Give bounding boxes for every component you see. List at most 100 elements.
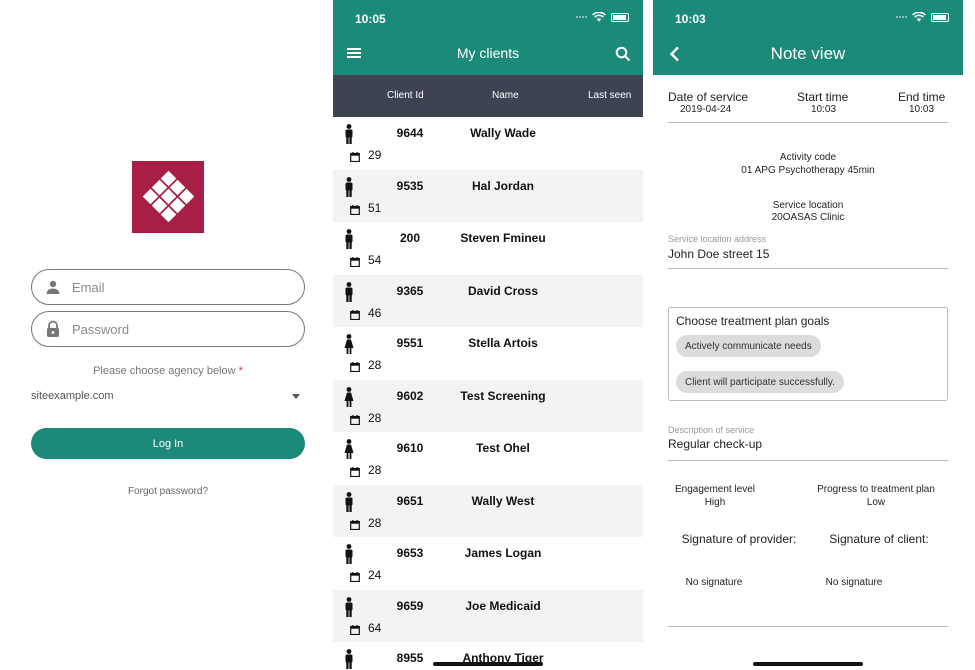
status-icons bbox=[896, 12, 949, 22]
wifi-icon bbox=[592, 12, 606, 22]
client-name: David Cross bbox=[467, 283, 539, 298]
last-seen-days: 64 bbox=[368, 620, 382, 635]
progress-label: Progress to treatment plan bbox=[817, 484, 935, 495]
last-seen-days: 24 bbox=[368, 568, 382, 582]
client-id: 200 bbox=[399, 231, 421, 245]
activity-code-label: Activity code bbox=[779, 152, 837, 163]
client-name: Hal Jordan bbox=[471, 178, 534, 193]
note-app-bar: 10:03 Note view bbox=[653, 0, 963, 75]
status-time: 10:03 bbox=[675, 12, 706, 26]
login-screen: Please choose agency below * siteexample… bbox=[0, 0, 333, 670]
address-value: John Doe street 15 bbox=[668, 247, 770, 261]
client-list: 9644 Wally Wade 29 9535 Hal Jordan 51 200 Steve… bbox=[333, 117, 643, 670]
table-row[interactable]: 9610 Test Ohel 28 bbox=[333, 432, 643, 485]
divider bbox=[668, 122, 948, 123]
progress-value: Low bbox=[866, 497, 886, 508]
required-mark: * bbox=[238, 365, 243, 377]
last-seen-days: 29 bbox=[368, 148, 382, 162]
table-row[interactable]: 9535 Hal Jordan 51 bbox=[333, 169, 643, 222]
note-view-screen: 10:03 Note view Date of service 2019-04-… bbox=[653, 0, 963, 670]
provider-signature[interactable]: No signature bbox=[653, 577, 775, 588]
engagement-label: Engagement level bbox=[674, 484, 756, 495]
start-time-value: 10:03 bbox=[811, 104, 837, 115]
table-row[interactable]: 200 Steven Fmineu 54 bbox=[333, 222, 643, 275]
service-location-label: Service location bbox=[772, 200, 844, 211]
home-indicator bbox=[433, 662, 543, 666]
column-header-client-id[interactable]: Client Id bbox=[387, 90, 424, 101]
client-name: Steven Fmineu bbox=[460, 231, 546, 245]
description-value: Regular check-up bbox=[668, 437, 763, 451]
last-seen-days: 54 bbox=[368, 253, 382, 267]
male-person-icon bbox=[344, 649, 354, 670]
client-name: Stella Artois bbox=[468, 336, 538, 350]
email-input[interactable] bbox=[72, 279, 272, 295]
search-icon[interactable] bbox=[615, 46, 631, 62]
client-id: 9602 bbox=[396, 388, 424, 403]
male-person-icon bbox=[344, 229, 354, 254]
last-seen-days: 51 bbox=[368, 200, 382, 215]
forgot-password-link[interactable]: Forgot password? bbox=[31, 486, 305, 497]
male-person-icon bbox=[344, 124, 354, 149]
table-row[interactable]: 9644 Wally Wade 29 bbox=[333, 117, 643, 170]
activity-code-value: 01 APG Psychotherapy 45min bbox=[741, 165, 875, 176]
table-row[interactable]: 9365 David Cross 46 bbox=[333, 274, 643, 327]
column-header-name[interactable]: Name bbox=[492, 90, 519, 101]
address-label: Service location address bbox=[668, 234, 767, 244]
agency-logo bbox=[132, 161, 204, 233]
agency-select[interactable]: siteexample.com bbox=[31, 388, 305, 404]
table-row[interactable]: 9602 Test Screening 28 bbox=[333, 379, 643, 432]
treatment-goals-title: Choose treatment plan goals bbox=[676, 314, 830, 328]
agency-label-text: Please choose agency below bbox=[93, 365, 236, 377]
password-field[interactable] bbox=[31, 311, 305, 347]
calendar-icon bbox=[350, 622, 360, 640]
goal-chip[interactable]: Client will participate successfully. bbox=[676, 371, 844, 393]
status-time: 10:05 bbox=[355, 12, 386, 26]
table-header: Client Id Name Last seen bbox=[333, 75, 643, 117]
home-indicator bbox=[753, 662, 863, 666]
last-seen-days: 28 bbox=[368, 410, 382, 425]
engagement-value: High bbox=[704, 497, 726, 508]
table-row[interactable]: 9551 Stella Artois 28 bbox=[333, 327, 643, 380]
page-title: Note view bbox=[770, 44, 846, 63]
battery-icon bbox=[931, 12, 949, 22]
user-icon bbox=[44, 278, 62, 296]
calendar-icon bbox=[350, 359, 360, 377]
end-time-label: End time bbox=[898, 90, 946, 104]
calendar-icon bbox=[350, 464, 360, 482]
male-person-icon bbox=[344, 491, 354, 517]
client-name: Joe Medicaid bbox=[465, 598, 541, 613]
signal-icon bbox=[896, 16, 907, 18]
password-input[interactable] bbox=[72, 321, 272, 337]
calendar-icon bbox=[350, 412, 360, 430]
end-time-value: 10:03 bbox=[909, 104, 935, 115]
email-field[interactable] bbox=[31, 269, 305, 305]
calendar-icon bbox=[350, 517, 360, 535]
login-button[interactable]: Log In bbox=[31, 428, 305, 459]
battery-icon bbox=[611, 12, 629, 22]
table-row[interactable]: 9653 James Logan 24 bbox=[333, 537, 643, 590]
table-row[interactable]: 9659 Joe Medicaid 64 bbox=[333, 589, 643, 642]
calendar-icon bbox=[350, 202, 360, 220]
client-id: 9610 bbox=[396, 441, 424, 455]
signal-icon bbox=[576, 16, 587, 18]
male-person-icon bbox=[344, 176, 354, 202]
divider bbox=[668, 626, 948, 627]
description-label: Description of service bbox=[668, 425, 755, 435]
table-row[interactable]: 9651 Wally West 28 bbox=[333, 484, 643, 537]
client-signature[interactable]: No signature bbox=[794, 577, 914, 588]
male-person-icon bbox=[344, 544, 354, 569]
wifi-icon bbox=[912, 12, 926, 22]
last-seen-days: 28 bbox=[368, 358, 382, 372]
goal-chip[interactable]: Actively communicate needs bbox=[676, 335, 821, 357]
agency-select-value: siteexample.com bbox=[31, 390, 114, 402]
column-header-last-seen[interactable]: Last seen bbox=[588, 90, 631, 101]
chevron-down-icon bbox=[292, 393, 300, 399]
client-name: James Logan bbox=[464, 546, 542, 560]
client-id: 9535 bbox=[396, 178, 424, 193]
page-title: My clients bbox=[456, 45, 520, 61]
female-person-icon bbox=[344, 439, 354, 464]
agency-label: Please choose agency below * bbox=[31, 365, 305, 377]
calendar-icon bbox=[350, 149, 360, 167]
male-person-icon bbox=[344, 281, 354, 307]
status-icons bbox=[576, 12, 629, 22]
